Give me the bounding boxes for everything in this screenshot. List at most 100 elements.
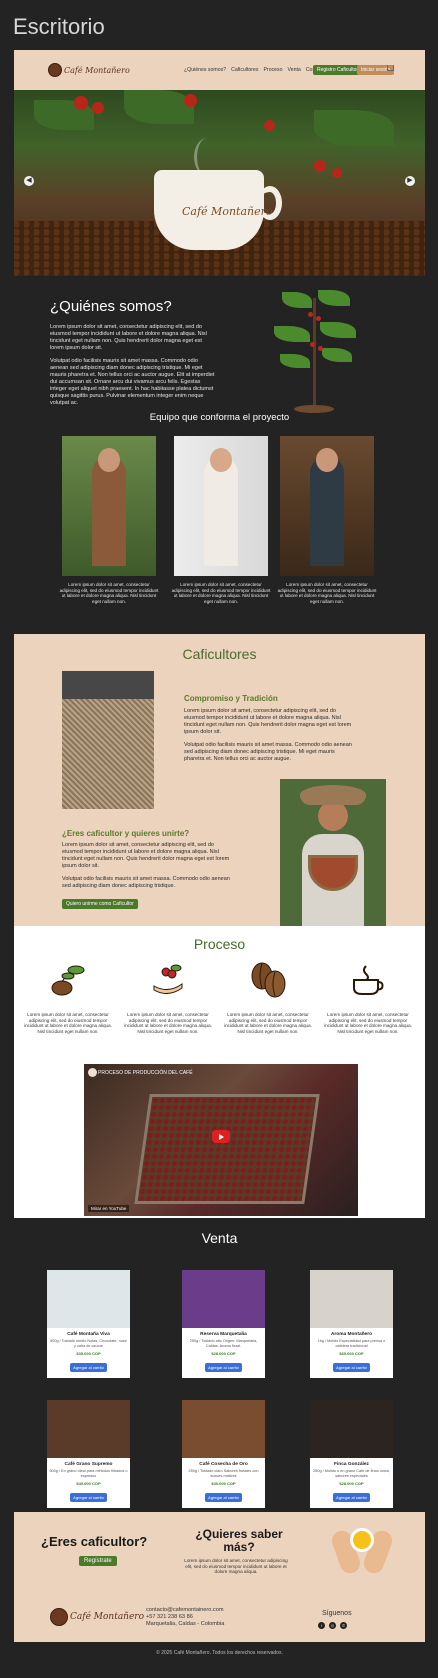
join-heading: ¿Eres caficultor y quieres unirte?	[62, 829, 190, 838]
product-image	[182, 1270, 265, 1328]
learn-more-question: ¿Quieres saber más?	[195, 1527, 283, 1554]
commitment-heading: Compromiso y Tradición	[184, 694, 278, 703]
coffee-logo-icon	[48, 63, 62, 77]
about-paragraph: Volutpat odio facilisis mauris sit amet …	[50, 358, 215, 406]
team-photo	[174, 436, 268, 576]
coffee-cherry	[314, 160, 326, 172]
product-name: Café Montaña Viva	[67, 1332, 110, 1337]
person-head	[316, 448, 338, 472]
team-caption: Lorem ipsum dolor sit amet, consectetur …	[171, 582, 271, 604]
channel-avatar	[88, 1068, 97, 1077]
about-section: ¿Quiénes somos? Lorem ipsum dolor sit am…	[14, 276, 425, 634]
face	[318, 801, 348, 831]
join-text: Lorem ipsum dolor sit amet, consectetur …	[62, 842, 230, 869]
product-image	[310, 1400, 393, 1458]
chevron-left-icon[interactable]: ◀	[24, 176, 34, 186]
product-description: 500g / Tostado medio Notas: Chocolate, n…	[50, 1339, 127, 1348]
window-title: Escritorio	[13, 14, 105, 39]
add-to-cart-button[interactable]: Agregar al carrito	[70, 1363, 107, 1372]
main-menu: ¿Quiénes somos? Caficultores Proceso Ven…	[184, 67, 327, 73]
footer: © 2025 Café Montañero. Todos los derecho…	[14, 1642, 425, 1664]
window-titlebar: Escritorio	[0, 0, 438, 50]
roof	[62, 671, 154, 699]
instagram-icon[interactable]: ◎	[329, 1622, 336, 1629]
product-name: Café Cosecha de Oro	[199, 1462, 248, 1467]
product-name: Reserva Marquetalia	[200, 1332, 247, 1337]
product-image	[47, 1400, 130, 1458]
caficultor-question: ¿Eres caficultor?	[41, 1534, 148, 1549]
join-caficultor-button[interactable]: Quiero unirme como Caficultor	[62, 899, 138, 909]
register-button[interactable]: Regístrate	[79, 1556, 117, 1566]
process-caption: Lorem ipsum dolor sit amet, consectetur …	[324, 1012, 412, 1034]
leaf-decoration	[314, 110, 394, 146]
process-caption: Lorem ipsum dolor sit amet, consectetur …	[124, 1012, 212, 1034]
menu-item-proceso[interactable]: Proceso	[264, 67, 283, 73]
add-to-cart-button[interactable]: Agregar al carrito	[205, 1493, 242, 1502]
process-caption: Lorem ipsum dolor sit amet, consectetur …	[224, 1012, 312, 1034]
logo-text: Café Montañero	[64, 65, 130, 75]
product-card: Café Cosecha de Oro 250g / Tostado claro …	[182, 1400, 265, 1508]
team-caption: Lorem ipsum dolor sit amet, consectetur …	[59, 582, 159, 604]
product-card: Finca González 250g / Molido o en grano C…	[310, 1400, 393, 1508]
coffee-cherry	[74, 96, 88, 110]
venta-title: Venta	[201, 1230, 238, 1246]
product-name: Café Grano Supremo	[64, 1462, 113, 1467]
contact-email[interactable]: contacto@cafemontainero.com	[146, 1607, 224, 1614]
youtube-video[interactable]: PROCESO DE PRODUCCIÓN DEL CAFÉ Mirar en …	[84, 1064, 358, 1216]
menu-item-quienes[interactable]: ¿Quiénes somos?	[184, 67, 226, 73]
product-description: 1kg / Molido Especialidad para prensa o …	[317, 1339, 386, 1348]
about-title: ¿Quiénes somos?	[50, 298, 172, 315]
contact-phone[interactable]: +57 321 238 63 86	[146, 1614, 224, 1621]
menu-item-caficultores[interactable]: Caficultores	[231, 67, 258, 73]
hat	[300, 785, 366, 805]
coffee-cup-icon	[353, 965, 384, 995]
contact-info: contacto@cafemontainero.com +57 321 238 …	[146, 1607, 224, 1628]
plant-stem	[313, 298, 316, 406]
product-name: Finca González	[334, 1462, 369, 1467]
leaf	[274, 326, 310, 342]
whatsapp-icon[interactable]: ✆	[340, 1622, 347, 1629]
footer-logo[interactable]: Café Montañero	[50, 1608, 144, 1626]
cup-logo-text: Café Montañero	[182, 205, 273, 218]
coffee-cherry	[92, 102, 104, 114]
leaf	[318, 290, 350, 306]
add-to-cart-button[interactable]: Agregar al carrito	[205, 1363, 242, 1372]
caficultores-title: Caficultores	[182, 646, 257, 662]
farmer-photo	[280, 779, 386, 929]
coffee-plant-icon	[51, 965, 85, 996]
play-icon[interactable]	[212, 1130, 230, 1143]
coffee-cherry	[184, 94, 197, 107]
caficultores-section: Caficultores Compromiso y Tradición Lore…	[14, 634, 425, 929]
product-card: Café Montaña Viva 500g / Tostado medio No…	[47, 1270, 130, 1378]
product-card: Aroma Montañero 1kg / Molido Especialidad…	[310, 1270, 393, 1378]
facebook-icon[interactable]: f	[318, 1622, 325, 1629]
logo[interactable]: Café Montañero	[48, 63, 130, 77]
add-to-cart-button[interactable]: Agregar al carrito	[333, 1363, 370, 1372]
product-card: Reserva Marquetalia 250g / Tostado alto O…	[182, 1270, 265, 1378]
logo-text: Café Montañero	[70, 1612, 145, 1622]
watch-on-youtube[interactable]: Mirar en YouTube	[88, 1205, 130, 1212]
top-navbar: Café Montañero ¿Quiénes somos? Caficulto…	[14, 50, 425, 90]
about-paragraph: Lorem ipsum dolor sit amet, consectetur …	[50, 324, 207, 351]
copyright: © 2025 Café Montañero. Todos los derecho…	[156, 1650, 283, 1656]
add-to-cart-button[interactable]: Agregar al carrito	[333, 1493, 370, 1502]
team-title: Equipo que conforma el proyecto	[149, 412, 290, 423]
join-text: Volutpat odio facilisis mauris sit amet …	[62, 876, 230, 889]
chevron-right-icon[interactable]: ▶	[405, 176, 415, 186]
product-price: $30.000 COP	[211, 1481, 236, 1486]
cta-contact-section: ¿Eres caficultor? Regístrate ¿Quieres sa…	[14, 1512, 425, 1642]
team-photo	[280, 436, 374, 576]
product-price: $40.000 COP	[76, 1481, 101, 1486]
leaf-decoration	[124, 90, 194, 124]
learn-more-text: Lorem ipsum dolor sit amet, consectetur …	[184, 1558, 288, 1574]
person	[92, 456, 126, 566]
add-to-cart-button[interactable]: Agregar al carrito	[70, 1493, 107, 1502]
product-price: $28.000 COP	[211, 1351, 236, 1356]
person-head	[210, 448, 232, 472]
cart-icon[interactable]	[387, 65, 394, 71]
product-description: 250g / Tostado claro Sabores frutales co…	[188, 1469, 259, 1478]
coffee-cherry	[316, 316, 321, 321]
menu-item-venta[interactable]: Venta	[288, 67, 301, 73]
proceso-section: Proceso Lorem ipsum dolor sit amet, cons…	[14, 926, 425, 1218]
leaf	[282, 292, 312, 308]
